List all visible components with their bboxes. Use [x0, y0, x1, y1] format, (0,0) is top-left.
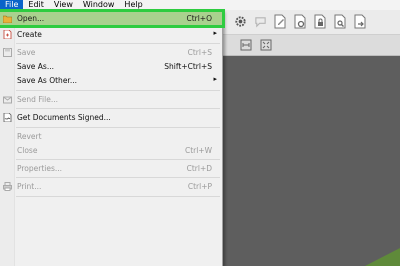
document-search-icon[interactable]	[334, 14, 347, 29]
open-folder-icon	[2, 14, 13, 24]
menu-item-save-as[interactable]: Save As... Shift+Ctrl+S	[0, 60, 222, 73]
secondary-toolbar	[222, 35, 400, 56]
fit-page-icon[interactable]	[260, 39, 272, 51]
save-as-label: Save As...	[17, 62, 54, 71]
menu-item-save[interactable]: Save Ctrl+S	[0, 46, 222, 59]
close-shortcut: Ctrl+W	[184, 146, 212, 155]
menu-item-create[interactable]: Create ▸	[0, 28, 222, 41]
open-shortcut: Ctrl+O	[186, 14, 212, 23]
menu-item-print[interactable]: Print... Ctrl+P	[0, 180, 222, 193]
sign-document-icon	[3, 112, 12, 123]
save-as-other-label: Save As Other...	[17, 76, 77, 85]
menu-file[interactable]: File	[0, 0, 24, 10]
print-icon	[3, 182, 12, 191]
page-corner-graphic	[365, 248, 400, 266]
menu-separator	[16, 108, 220, 109]
fit-width-icon[interactable]	[240, 39, 252, 51]
save-shortcut: Ctrl+S	[187, 48, 212, 57]
send-file-label: Send File...	[17, 95, 58, 104]
send-file-icon	[3, 95, 12, 104]
close-label: Close	[17, 146, 38, 155]
print-label: Print...	[17, 182, 42, 191]
open-label: Open...	[17, 14, 45, 23]
menu-item-save-as-other[interactable]: Save As Other... ▸	[0, 74, 222, 87]
comment-icon[interactable]	[254, 15, 267, 28]
save-icon	[3, 48, 12, 57]
menu-item-revert[interactable]: Revert	[0, 130, 222, 143]
menu-item-open[interactable]: Open... Ctrl+O	[0, 9, 225, 28]
document-viewer[interactable]	[222, 56, 400, 266]
document-export-icon[interactable]	[354, 14, 367, 29]
submenu-arrow-icon: ▸	[213, 29, 217, 37]
properties-shortcut: Ctrl+D	[186, 164, 212, 173]
get-signed-label: Get Documents Signed...	[17, 113, 111, 122]
menu-view[interactable]: View	[49, 0, 78, 10]
revert-label: Revert	[17, 132, 42, 141]
properties-label: Properties...	[17, 164, 63, 173]
menu-separator	[16, 43, 220, 44]
create-label: Create	[17, 30, 42, 39]
print-shortcut: Ctrl+P	[187, 182, 212, 191]
document-settings-icon[interactable]	[294, 14, 307, 29]
menu-item-properties[interactable]: Properties... Ctrl+D	[0, 162, 222, 175]
menu-bar: File Edit View Window Help	[0, 0, 400, 10]
menu-separator	[16, 159, 220, 160]
menu-item-get-documents-signed[interactable]: Get Documents Signed...	[0, 111, 222, 124]
create-icon	[3, 29, 12, 40]
settings-icon[interactable]	[234, 15, 247, 28]
main-toolbar	[222, 10, 400, 35]
file-menu-dropdown: Open... Ctrl+O Create ▸ Save Ctrl+S Save…	[0, 9, 225, 266]
save-label: Save	[17, 48, 36, 57]
menu-separator	[16, 177, 220, 178]
menu-separator	[16, 127, 220, 128]
menu-window[interactable]: Window	[78, 0, 120, 10]
menu-item-send-file[interactable]: Send File...	[0, 93, 222, 106]
document-security-icon[interactable]	[314, 14, 327, 29]
submenu-arrow-icon: ▸	[213, 75, 217, 83]
menu-help[interactable]: Help	[119, 0, 147, 10]
save-as-shortcut: Shift+Ctrl+S	[164, 62, 212, 71]
menu-edit[interactable]: Edit	[23, 0, 49, 10]
menu-separator	[16, 90, 220, 91]
edit-document-icon[interactable]	[274, 14, 287, 29]
menu-item-close[interactable]: Close Ctrl+W	[0, 144, 222, 157]
menu-separator	[16, 196, 220, 197]
